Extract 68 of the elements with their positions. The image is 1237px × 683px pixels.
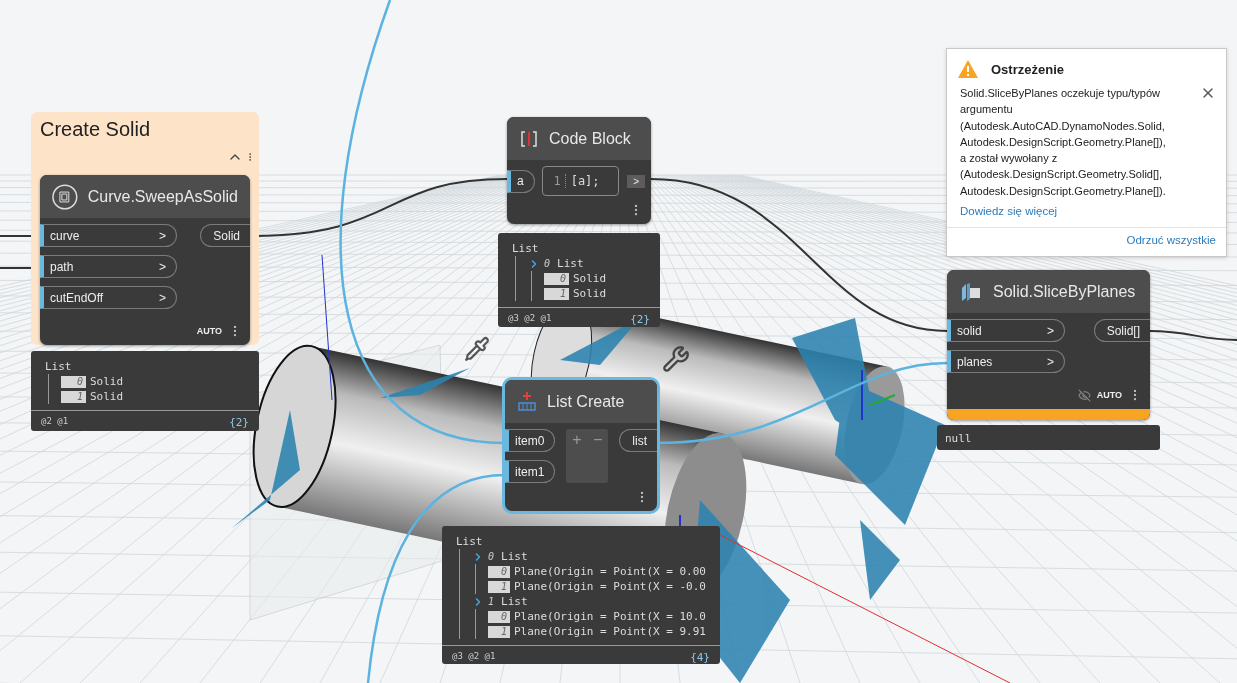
dismiss-all-link[interactable]: Odrzuć wszystkie — [947, 227, 1226, 257]
list-value: Plane(Origin = Point(X = -0.0 — [513, 580, 706, 593]
input-port[interactable]: curve > — [40, 224, 177, 247]
list-value: Plane(Origin = Point(X = 9.91 — [513, 625, 706, 638]
lacing-label[interactable]: AUTO — [196, 326, 222, 336]
list-index: 0 — [61, 375, 86, 388]
list-label: List — [456, 535, 483, 548]
node-card[interactable]: Solid.SliceByPlanes solid > planes > Solid[] AUTO — [947, 270, 1150, 420]
code-text: [a]; — [570, 174, 600, 188]
list-label: List — [501, 550, 528, 563]
sweep-node-icon — [52, 183, 78, 210]
list-index: 0 — [544, 272, 569, 285]
code-brackets-icon — [519, 128, 539, 149]
list-index: 1 — [544, 287, 569, 300]
line-number: 1 — [553, 174, 566, 188]
list-value: Plane(Origin = Point(X = 10.0 — [513, 610, 706, 623]
list-create-icon — [517, 390, 537, 413]
list-levels: @2 @1 — [41, 416, 69, 428]
list-index: 1 — [61, 390, 86, 403]
output-port[interactable]: > — [627, 174, 645, 188]
warning-message: Solid.SliceByPlanes oczekuje typu/typów argumentu (Autodesk.AutoCAD.DynamoNodes.Solid, Autodesk.DesignScript.Geometry.Plane[]), a został wywołany z (Autodesk.DesignScript.Geometry.Solid[], Autodesk.DesignScript.Geometry.Plane[]). — [960, 86, 1167, 199]
preview-off-icon[interactable] — [1077, 388, 1091, 402]
list-label: List — [557, 257, 584, 270]
list-index: 0 — [544, 257, 552, 270]
list-index: 1 — [488, 580, 510, 593]
slice-node-icon — [959, 281, 983, 302]
node-title: Solid.SliceByPlanes — [993, 282, 1136, 301]
input-port[interactable]: solid > — [947, 319, 1065, 342]
list-value: Solid — [573, 287, 607, 300]
learn-more-link[interactable]: Dowiedz się więcej — [947, 199, 1226, 228]
input-port[interactable]: path > — [40, 255, 177, 278]
list-index: 0 — [488, 610, 510, 623]
group-title: Create Solid — [39, 117, 152, 141]
list-value: Solid — [90, 375, 124, 388]
node-title: Curve.SweepAsSolid — [87, 187, 238, 206]
list-value: null — [945, 432, 972, 445]
node-title: Code Block — [549, 129, 631, 148]
list-index: 0 — [488, 565, 510, 578]
item-count: {2} — [229, 416, 249, 429]
input-port[interactable]: a — [507, 169, 535, 193]
input-port[interactable]: item0 — [505, 429, 556, 452]
item-count: {4} — [690, 651, 710, 664]
list-index: 0 — [488, 550, 496, 563]
wrench-icon — [662, 345, 690, 373]
node-title: List Create — [547, 392, 625, 411]
list-value: Plane(Origin = Point(X = 0.00 — [513, 565, 706, 578]
input-port[interactable]: item1 — [505, 460, 556, 483]
group-background[interactable]: Create Solid Curve.SweepAsSolid curve > path > cutEndOff > Solid AUTO — [31, 112, 259, 345]
list-levels: @3 @2 @1 — [508, 313, 552, 325]
list-label: List — [45, 360, 72, 373]
popup-title: Ostrzeżenie — [991, 61, 1064, 77]
node-card[interactable]: Curve.SweepAsSolid curve > path > cutEndOff > Solid AUTO — [40, 175, 250, 345]
lacing-label[interactable]: AUTO — [1096, 390, 1122, 400]
list-index: 1 — [488, 595, 496, 608]
list-value: Solid — [573, 272, 607, 285]
list-value: Solid — [90, 390, 124, 403]
list-index: 1 — [488, 625, 510, 638]
input-port[interactable]: cutEndOff > — [40, 286, 177, 309]
list-label: List — [512, 242, 539, 255]
code-field[interactable]: 1 [a]; — [542, 166, 620, 196]
input-port[interactable]: planes > — [947, 350, 1065, 373]
list-label: List — [501, 595, 528, 608]
warning-icon — [957, 59, 979, 79]
eyedropper-icon — [464, 336, 490, 362]
item-count: {2} — [630, 313, 650, 326]
node-card[interactable]: List Create item0 item1 + − list — [505, 380, 657, 511]
list-levels: @3 @2 @1 — [452, 651, 496, 663]
node-card[interactable]: Code Block a 1 [a]; > — [507, 117, 651, 224]
